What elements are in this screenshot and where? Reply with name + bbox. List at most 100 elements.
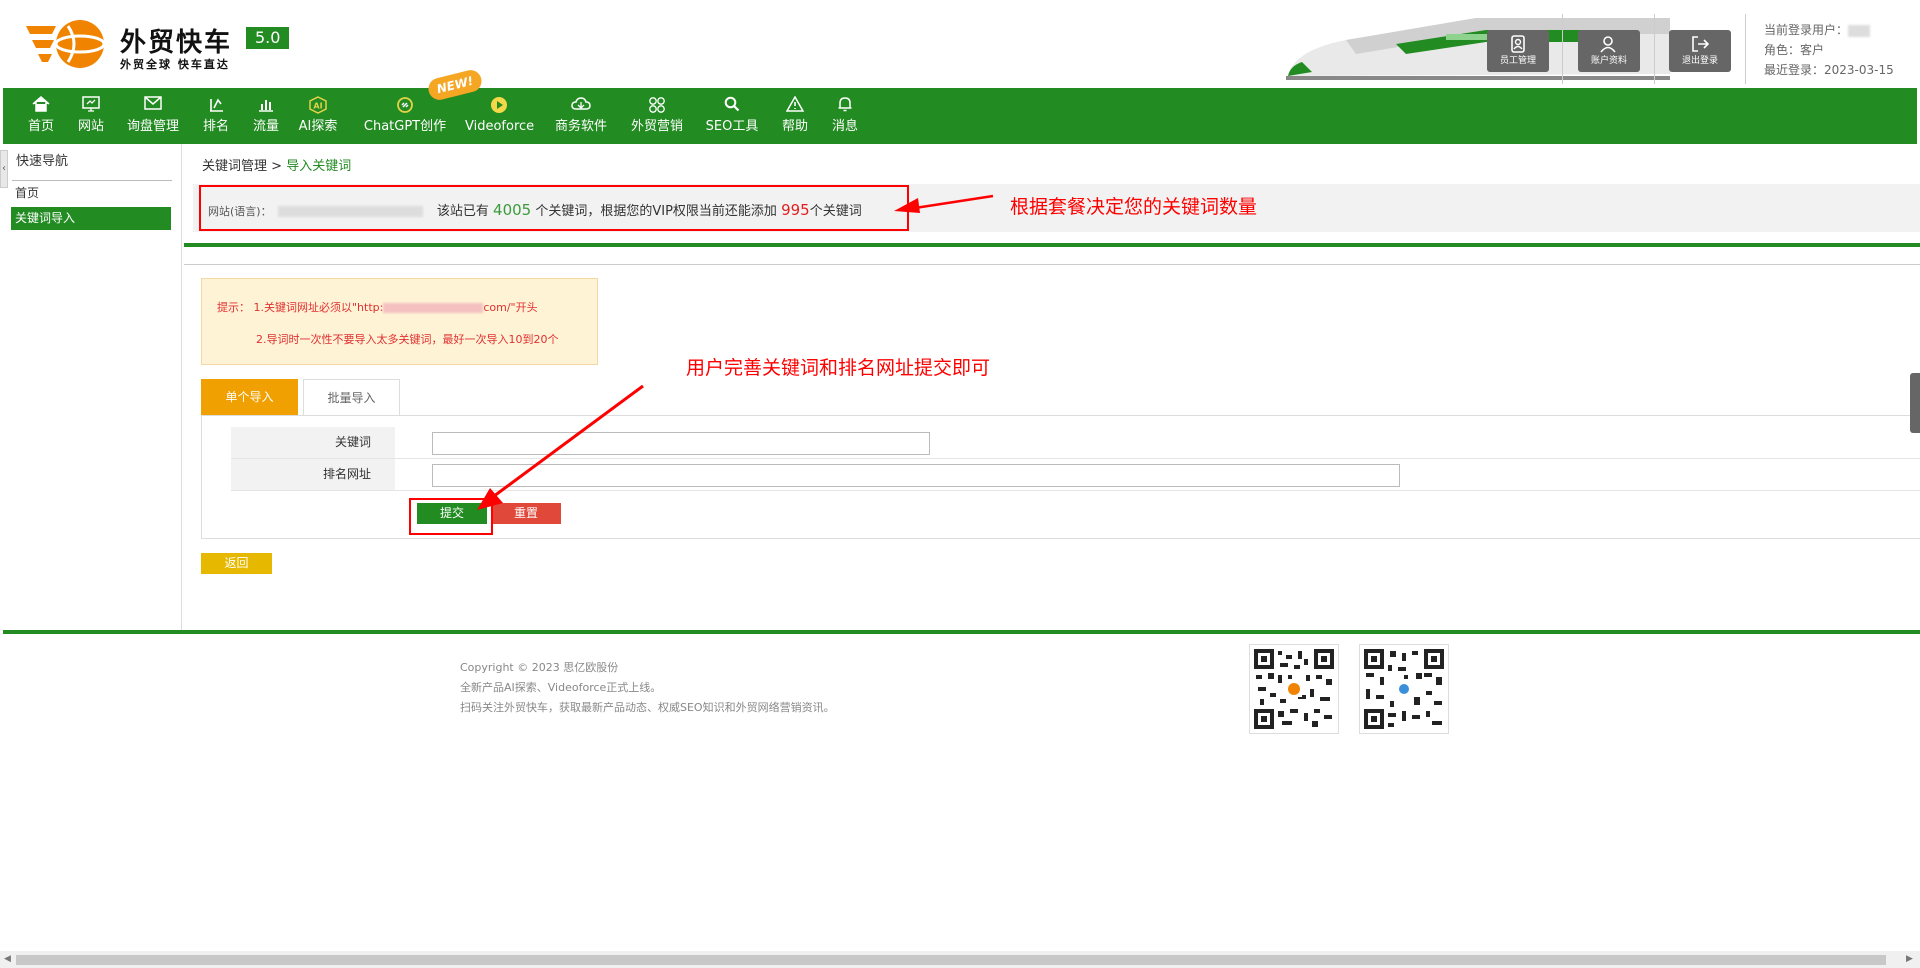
nav-label: SEO工具 xyxy=(705,119,759,134)
nav-item-business-software[interactable]: 商务软件 xyxy=(553,88,609,144)
nav-label: 询盘管理 xyxy=(126,119,179,134)
nav-label: ChatGPT创作 xyxy=(363,119,447,134)
logo-icon xyxy=(26,20,106,68)
tab-single-import[interactable]: 单个导入 xyxy=(201,379,298,415)
qr-code-1 xyxy=(1249,644,1339,734)
tab-batch-import[interactable]: 批量导入 xyxy=(303,379,400,415)
ranking-url-input[interactable] xyxy=(432,464,1400,487)
breadcrumb-parent[interactable]: 关键词管理 xyxy=(202,159,267,174)
version-badge: 5.0 xyxy=(246,27,290,49)
footer-copyright: Copyright © 2023 思亿欧股份 xyxy=(460,661,619,674)
footer-text: Copyright © 2023 思亿欧股份 全新产品AI探索、Videofor… xyxy=(460,658,835,718)
main-nav: 首页 网站 询盘管理 排名 流量 AI AI探索 ChatGPT创作 Video… xyxy=(3,88,1917,144)
nav-item-ranking[interactable]: 排名 xyxy=(198,88,234,144)
cloud-icon xyxy=(571,97,591,110)
tips-box: 提示： 1.关键词网址必须以"http: com/"开头 2.导词时一次性不要导入… xyxy=(201,278,598,365)
tip-line-1: 提示： 1.关键词网址必须以"http: com/"开头 xyxy=(217,299,538,315)
last-login-value: 2023-03-15 xyxy=(1824,63,1894,77)
nav-item-seo-tools[interactable]: SEO工具 xyxy=(704,88,760,144)
ai-icon: AI xyxy=(309,96,327,114)
staff-icon xyxy=(1511,35,1525,53)
ranking-url-row: 排名网址 xyxy=(231,459,1920,491)
user-icon xyxy=(1600,36,1616,53)
bell-icon xyxy=(838,97,852,112)
header-divider xyxy=(1562,14,1563,84)
quota-annotation: 根据套餐决定您的关键词数量 xyxy=(1010,196,1258,218)
warning-icon xyxy=(786,96,804,112)
staff-management-label: 员工管理 xyxy=(1499,56,1536,66)
footer-line-3: 扫码关注外贸快车，获取最新产品动态、权威SEO知识和外贸网络营销资讯。 xyxy=(460,701,835,714)
nav-label: 外贸营销 xyxy=(630,119,683,134)
breadcrumb-separator: > xyxy=(271,159,283,174)
mail-icon xyxy=(144,96,162,110)
nav-label: 排名 xyxy=(202,119,229,134)
sidebar-item-keyword-import[interactable]: 关键词导入 xyxy=(11,207,171,230)
sidebar-divider xyxy=(12,180,172,181)
nav-label: 帮助 xyxy=(781,119,808,134)
current-user-redacted xyxy=(1848,24,1871,37)
header: 外贸快车 外贸全球 快车直达 5.0 员工管理 账户资料 退出登录 当前登录用户… xyxy=(0,0,1920,88)
role-value: 客户 xyxy=(1800,43,1825,57)
monitor-icon xyxy=(82,96,100,112)
sidebar-item-home[interactable]: 首页 xyxy=(11,182,171,205)
keyword-input[interactable] xyxy=(432,432,930,455)
nav-label: 流量 xyxy=(252,119,279,134)
ranking-icon xyxy=(210,98,223,112)
reset-button[interactable]: 重置 xyxy=(491,503,561,524)
page: { "brand": { "name": "外贸快车", "tagline": … xyxy=(0,0,1920,968)
last-login-label: 最近登录： xyxy=(1764,63,1825,77)
brand-name: 外贸快车 xyxy=(120,28,233,58)
horizontal-scrollbar[interactable]: ◀ ▶ xyxy=(0,951,1920,968)
user-info: 当前登录用户： 角色：客户 最近登录：2023-03-15 xyxy=(1764,20,1894,80)
back-button[interactable]: 返回 xyxy=(201,553,272,574)
nav-item-help[interactable]: 帮助 xyxy=(780,88,810,144)
sidebar: ‹ 快速导航 首页 关键词导入 xyxy=(0,144,182,630)
nav-item-ai-explore[interactable]: AI AI探索 xyxy=(297,88,339,144)
footer-line-2: 全新产品AI探索、Videoforce正式上线。 xyxy=(460,681,662,694)
nav-label: 商务软件 xyxy=(554,119,607,134)
home-icon xyxy=(32,96,50,112)
keyword-label: 关键词 xyxy=(231,427,395,458)
scrollbar-thumb[interactable] xyxy=(16,955,1886,965)
qr-code-icon xyxy=(1364,649,1444,729)
bar-chart-icon xyxy=(259,100,273,112)
nav-item-inquiry[interactable]: 询盘管理 xyxy=(123,88,183,144)
nav-label: 网站 xyxy=(77,119,104,134)
breadcrumb-current: 导入关键词 xyxy=(286,159,352,174)
keyword-row: 关键词 xyxy=(231,427,1920,459)
sidebar-collapse-button[interactable]: ‹ xyxy=(0,150,8,188)
side-panel-handle[interactable] xyxy=(1910,373,1920,433)
nav-item-marketing[interactable]: 外贸营销 xyxy=(629,88,685,144)
qr-code-icon xyxy=(1254,649,1334,729)
svg-text:AI: AI xyxy=(313,102,322,111)
current-user-label: 当前登录用户： xyxy=(1764,23,1849,37)
search-icon xyxy=(724,96,740,112)
account-info-label: 账户资料 xyxy=(1590,56,1627,66)
scroll-right-icon[interactable]: ▶ xyxy=(1906,954,1913,964)
staff-management-button[interactable]: 员工管理 xyxy=(1487,30,1549,72)
nav-item-traffic[interactable]: 流量 xyxy=(248,88,284,144)
quota-highlight-box xyxy=(199,185,909,231)
tip-redacted xyxy=(383,303,484,313)
tip-line-1-prefix: 提示： 1.关键词网址必须以"http: xyxy=(217,301,384,314)
form-annotation: 用户完善关键词和排名网址提交即可 xyxy=(686,357,991,379)
ranking-url-label: 排名网址 xyxy=(231,459,395,490)
header-divider xyxy=(1745,14,1746,84)
breadcrumb: 关键词管理 > 导入关键词 xyxy=(202,155,351,174)
logout-icon xyxy=(1692,36,1710,52)
nav-item-website[interactable]: 网站 xyxy=(72,88,110,144)
section-divider xyxy=(184,264,1920,265)
scroll-left-icon[interactable]: ◀ xyxy=(4,954,11,964)
nav-item-home[interactable]: 首页 xyxy=(22,88,60,144)
nav-item-videoforce[interactable]: Videoforce xyxy=(465,88,535,144)
tip-line-2: 2.导词时一次性不要导入太多关键词，最好一次导入10到20个 xyxy=(256,333,559,346)
logout-button[interactable]: 退出登录 xyxy=(1669,30,1731,72)
nav-item-messages[interactable]: 消息 xyxy=(830,88,860,144)
role-label: 角色： xyxy=(1764,43,1801,57)
nav-label: Videoforce xyxy=(465,119,535,134)
play-icon xyxy=(491,97,507,113)
nav-label: 消息 xyxy=(831,119,858,134)
nav-label: 首页 xyxy=(27,119,54,134)
section-divider xyxy=(184,243,1920,247)
account-info-button[interactable]: 账户资料 xyxy=(1578,30,1640,72)
